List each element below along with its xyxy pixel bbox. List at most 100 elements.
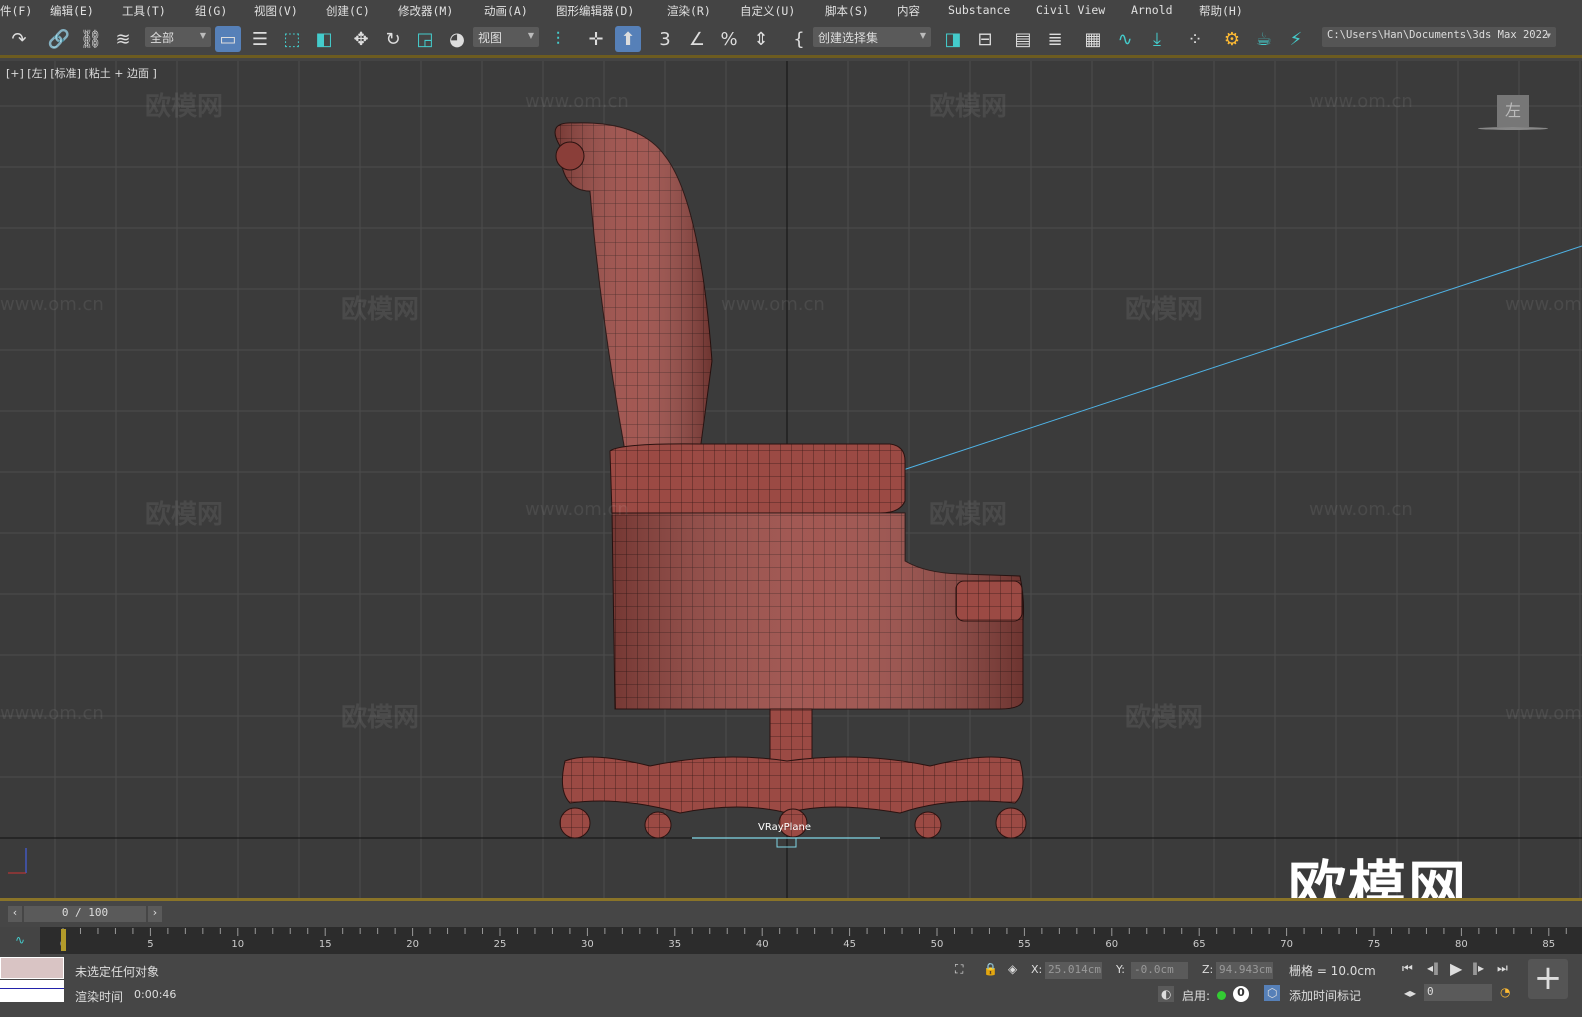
pivot-center-icon[interactable]: ⫶ bbox=[545, 26, 571, 52]
watermark-url: www.om.cn bbox=[1505, 703, 1582, 724]
isolate-selection-icon[interactable]: ⛶ bbox=[955, 962, 963, 977]
add-time-tag[interactable]: 添加时间标记 bbox=[1289, 987, 1361, 1004]
menu-item[interactable]: 视图(V) bbox=[254, 3, 298, 19]
viewport-label[interactable]: [+] [左] [标准] [粘土 + 边面 ] bbox=[6, 65, 157, 81]
absolute-mode-icon[interactable]: ◈ bbox=[1008, 962, 1017, 976]
x-coordinate-field[interactable]: 25.014cm bbox=[1045, 962, 1102, 979]
go-to-start-button[interactable]: ⏮ bbox=[1402, 961, 1413, 976]
keyboard-shortcut-override-icon[interactable]: ⬆ bbox=[615, 26, 641, 52]
menu-item[interactable]: Arnold bbox=[1131, 3, 1173, 17]
watermark-text: 欧模网 bbox=[929, 500, 1008, 530]
unlink-icon[interactable]: ⛓ bbox=[78, 26, 104, 52]
viewcube-ring[interactable] bbox=[1478, 127, 1548, 130]
menu-item[interactable]: 工具(T) bbox=[122, 3, 166, 19]
z-coordinate-field[interactable]: 94.943cm bbox=[1216, 962, 1273, 979]
scene-explorer-icon[interactable]: ▤ bbox=[1010, 26, 1036, 52]
adaptive-degradation-icon[interactable]: ◐ bbox=[1158, 986, 1175, 1002]
render-setup-icon[interactable]: ⚙ bbox=[1219, 26, 1245, 52]
watermark-url: www.om.cn bbox=[525, 499, 629, 520]
set-key-button[interactable]: + bbox=[1528, 959, 1568, 999]
watermark-url: www.om.cn bbox=[721, 294, 825, 315]
frame-display[interactable]: 0 / 100 bbox=[24, 906, 146, 922]
window-crossing-icon[interactable]: ◧ bbox=[311, 26, 337, 52]
menu-item[interactable]: 创建(C) bbox=[326, 3, 370, 19]
menu-item[interactable]: 脚本(S) bbox=[825, 3, 869, 19]
watermark-text: 欧模网 bbox=[1125, 703, 1204, 733]
time-slider[interactable]: ‹ 0 / 100 › bbox=[0, 901, 1582, 927]
menu-item[interactable]: 编辑(E) bbox=[50, 3, 94, 19]
menu-item[interactable]: 渲染(R) bbox=[667, 3, 711, 19]
current-frame-field[interactable]: 0 bbox=[1424, 984, 1492, 1001]
select-manipulate-icon[interactable]: ✛ bbox=[583, 26, 609, 52]
menu-item[interactable]: 帮助(H) bbox=[1199, 3, 1243, 19]
menu-item[interactable]: 修改器(M) bbox=[398, 3, 453, 19]
scale-icon[interactable]: ◲ bbox=[412, 26, 438, 52]
percent-snap-icon[interactable]: % bbox=[716, 26, 742, 52]
edit-named-selection-icon[interactable]: { bbox=[786, 26, 812, 52]
align-icon[interactable]: ⊟ bbox=[972, 26, 998, 52]
bind-space-warp-icon[interactable]: ≋ bbox=[110, 26, 136, 52]
menu-item[interactable]: 动画(A) bbox=[484, 3, 528, 19]
tick-label: 20 bbox=[406, 939, 419, 950]
rotate-icon[interactable]: ↻ bbox=[380, 26, 406, 52]
menu-item[interactable]: Substance bbox=[948, 3, 1010, 17]
project-path-dropdown[interactable]: C:\Users\Han\Documents\3ds Max 2022 bbox=[1322, 27, 1556, 47]
watermark-text: 欧模网 bbox=[145, 92, 224, 122]
menu-item[interactable]: 图形编辑器(D) bbox=[556, 3, 634, 19]
viewcube[interactable]: 左 bbox=[1497, 95, 1529, 127]
layer-explorer-icon[interactable]: ≣ bbox=[1042, 26, 1068, 52]
time-configuration-icon[interactable]: ◔ bbox=[1500, 985, 1510, 999]
play-button[interactable]: ▶ bbox=[1450, 959, 1462, 978]
schematic-view-icon[interactable]: ⤓ bbox=[1144, 26, 1170, 52]
link-icon[interactable]: 🔗 bbox=[46, 26, 72, 52]
light-target-line bbox=[902, 245, 1582, 471]
previous-frame-button[interactable]: ◂‖ bbox=[1427, 961, 1439, 975]
reference-coordinate-dropdown[interactable]: 视图 bbox=[473, 27, 539, 47]
select-object-icon[interactable]: ▭ bbox=[215, 26, 241, 52]
tick-label: 5 bbox=[147, 939, 153, 950]
placement-icon[interactable]: ◕ bbox=[444, 26, 470, 52]
rectangular-selection-icon[interactable]: ⬚ bbox=[279, 26, 305, 52]
material-editor-icon[interactable]: ⁘ bbox=[1182, 26, 1208, 52]
time-cursor[interactable] bbox=[61, 929, 66, 951]
counter-icon[interactable]: 0 bbox=[1233, 986, 1249, 1002]
selection-filter-dropdown[interactable]: 全部 bbox=[145, 27, 211, 47]
menu-item[interactable]: 组(G) bbox=[195, 3, 227, 19]
tick-label: 55 bbox=[1018, 939, 1031, 950]
maxscript-listener-pink[interactable] bbox=[0, 957, 64, 979]
lock-selection-icon[interactable]: 🔒 bbox=[983, 962, 998, 976]
angle-snap-icon[interactable]: ∠ bbox=[684, 26, 710, 52]
curve-editor-mini-icon[interactable]: ∿ bbox=[0, 927, 40, 954]
left-viewport[interactable]: [+] [左] [标准] [粘土 + 边面 ] 左 VRayPlane 欧模网欧… bbox=[0, 61, 1582, 899]
rendered-frame-window-icon[interactable]: ☕ bbox=[1251, 26, 1277, 52]
menu-item[interactable]: Civil View bbox=[1036, 3, 1105, 17]
mirror-icon[interactable]: ◨ bbox=[940, 26, 966, 52]
move-icon[interactable]: ✥ bbox=[348, 26, 374, 52]
select-by-name-icon[interactable]: ☰ bbox=[247, 26, 273, 52]
prev-frame-button[interactable]: ‹ bbox=[8, 906, 22, 922]
tick-label: 35 bbox=[668, 939, 681, 950]
next-frame-button[interactable]: › bbox=[148, 906, 162, 922]
next-frame-play-button[interactable]: ‖▸ bbox=[1472, 961, 1484, 975]
maxscript-listener-white[interactable] bbox=[0, 980, 64, 1002]
menu-item[interactable]: 内容 bbox=[897, 3, 920, 19]
menu-bar: 件(F) 编辑(E) 工具(T) 组(G) 视图(V) 创建(C) 修改器(M) 动画(A) 图… bbox=[0, 0, 1582, 20]
time-tag-icon[interactable]: ⬡ bbox=[1264, 985, 1281, 1001]
track-bar[interactable]: ∿ 0510152025303540455055606570758085 bbox=[0, 927, 1582, 954]
menu-item[interactable]: 自定义(U) bbox=[740, 3, 795, 19]
named-selection-dropdown[interactable]: 创建选择集 bbox=[813, 27, 931, 47]
spinner-snap-icon[interactable]: ⇕ bbox=[748, 26, 774, 52]
key-mode-icon[interactable]: ◂▸ bbox=[1404, 986, 1416, 1000]
snap-3d-icon[interactable]: 3 bbox=[652, 26, 678, 52]
menu-item[interactable]: 件(F) bbox=[0, 3, 32, 19]
axis-tripod-icon bbox=[8, 848, 27, 874]
tick-label: 60 bbox=[1105, 939, 1118, 950]
render-production-icon[interactable]: ⚡ bbox=[1283, 26, 1309, 52]
redo-icon[interactable]: ↷ bbox=[6, 26, 32, 52]
watermark-url: www.om.cn bbox=[1309, 499, 1413, 520]
go-to-end-button[interactable]: ⏭ bbox=[1497, 961, 1508, 976]
curve-editor-icon[interactable]: ∿ bbox=[1112, 26, 1138, 52]
y-coordinate-field[interactable]: -0.0cm bbox=[1131, 962, 1188, 979]
watermark-text: 欧模网 bbox=[145, 500, 224, 530]
toggle-ribbon-icon[interactable]: ▦ bbox=[1080, 26, 1106, 52]
